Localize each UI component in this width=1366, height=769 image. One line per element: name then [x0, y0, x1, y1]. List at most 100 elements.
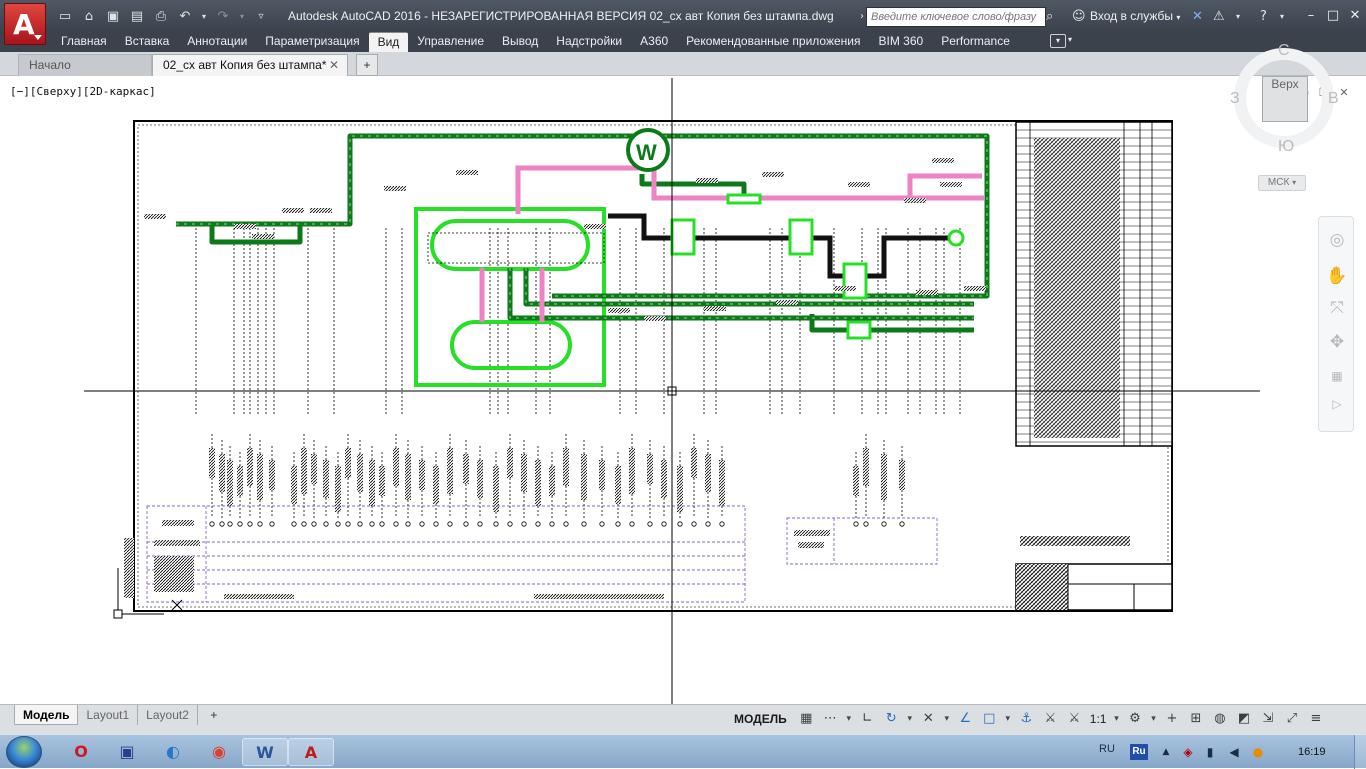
- ribbon-tab[interactable]: Управление: [408, 32, 493, 52]
- compass-south[interactable]: Ю: [1278, 138, 1294, 156]
- viewport-controls-label[interactable]: [−][Сверху][2D-каркас]: [10, 85, 156, 98]
- clean-screen-icon[interactable]: ⇲: [1257, 708, 1278, 730]
- redo-icon[interactable]: ↷: [214, 8, 232, 26]
- steering-wheel-icon[interactable]: ◎: [1326, 229, 1348, 251]
- customize-nav-icon[interactable]: ▷: [1326, 393, 1348, 415]
- ribbon-tab[interactable]: Вставка: [116, 32, 179, 52]
- keyboard-layout-badge[interactable]: Ru: [1130, 744, 1148, 760]
- annotation-visibility-icon[interactable]: ⚓: [1016, 708, 1037, 730]
- opera-icon[interactable]: O: [58, 738, 104, 766]
- application-menu-button[interactable]: A: [4, 3, 46, 45]
- annotation-scale-icon[interactable]: ⚔: [1064, 708, 1085, 730]
- compass-west[interactable]: З: [1230, 90, 1240, 108]
- isolate-objects-icon[interactable]: ◍: [1209, 708, 1230, 730]
- undo-icon[interactable]: ↶: [176, 8, 194, 26]
- annotation-scale[interactable]: 1:1: [1088, 708, 1109, 730]
- close-button[interactable]: ✕: [1344, 6, 1366, 26]
- help-icon[interactable]: ?: [1260, 8, 1267, 26]
- open-file-icon[interactable]: ⌂: [80, 8, 98, 26]
- browser-icon[interactable]: ◐: [150, 738, 196, 766]
- ribbon-minimize-button[interactable]: ▾: [1050, 34, 1066, 48]
- chevron-down-icon[interactable]: ▾: [1236, 8, 1240, 26]
- tab-layout1[interactable]: Layout1: [78, 705, 139, 725]
- hardware-acceleration-icon[interactable]: ◩: [1233, 708, 1254, 730]
- annotation-monitor-icon[interactable]: +: [1161, 708, 1182, 730]
- orbit-icon[interactable]: ✥: [1326, 331, 1348, 353]
- show-motion-icon[interactable]: ▦: [1326, 365, 1348, 387]
- new-tab-button[interactable]: +: [356, 54, 378, 76]
- save-as-icon[interactable]: ▤: [128, 8, 146, 26]
- tray-expand-icon[interactable]: ▲: [1158, 744, 1174, 760]
- viewport-close-button[interactable]: ✕: [1337, 86, 1351, 100]
- chevron-down-icon[interactable]: ▾: [844, 708, 854, 730]
- ribbon-tab[interactable]: A360: [631, 32, 677, 52]
- customization-menu-icon[interactable]: ≡: [1305, 708, 1326, 730]
- drawing-canvas[interactable]: W: [4, 78, 1366, 704]
- ribbon-tab[interactable]: Параметризация: [256, 32, 368, 52]
- compass-north[interactable]: С: [1278, 42, 1290, 60]
- chrome-icon[interactable]: ◉: [196, 738, 242, 766]
- fullscreen-icon[interactable]: ⤢: [1281, 708, 1302, 730]
- chevron-down-icon[interactable]: ▾: [1111, 708, 1121, 730]
- add-layout-button[interactable]: +: [204, 705, 224, 725]
- tab-drawing[interactable]: 02_сх авт Копия без штампа* ✕: [152, 54, 348, 76]
- tab-model[interactable]: Модель: [14, 705, 79, 725]
- compass-east[interactable]: В: [1328, 90, 1339, 108]
- ortho-icon[interactable]: ∟: [857, 708, 878, 730]
- ribbon-tab[interactable]: Надстройки: [547, 32, 631, 52]
- print-icon[interactable]: ⎙: [152, 8, 170, 26]
- antivirus-icon[interactable]: ◈: [1180, 744, 1196, 760]
- language-indicator[interactable]: RU: [1099, 743, 1115, 755]
- binoculars-icon[interactable]: ⌕: [1046, 8, 1053, 26]
- chevron-down-icon[interactable]: ▾: [1003, 708, 1013, 730]
- workspace-gear-icon[interactable]: ⚙: [1124, 708, 1145, 730]
- ribbon-tab[interactable]: Главная: [52, 32, 116, 52]
- word-icon[interactable]: W: [242, 738, 288, 766]
- ribbon-tab[interactable]: Рекомендованные приложения: [677, 32, 869, 52]
- polar-tracking-icon[interactable]: ↻: [881, 708, 902, 730]
- exchange-apps-icon[interactable]: ✕: [1192, 8, 1203, 26]
- chevron-down-icon[interactable]: ▾: [1280, 8, 1284, 26]
- snap-icon[interactable]: ⋯: [820, 708, 841, 730]
- minimize-button[interactable]: –: [1300, 6, 1322, 26]
- maximize-button[interactable]: □: [1322, 6, 1344, 26]
- model-space-button[interactable]: МОДЕЛЬ: [728, 712, 793, 726]
- wcs-menu-button[interactable]: МСК ▾: [1258, 175, 1306, 191]
- chevron-down-icon[interactable]: ▾: [1148, 708, 1158, 730]
- redo-dropdown-icon[interactable]: ▾: [238, 8, 246, 26]
- zoom-extents-icon[interactable]: ⤧: [1326, 297, 1348, 319]
- autocad-taskbar-icon[interactable]: A: [288, 738, 334, 766]
- a360-icon[interactable]: ⚠: [1213, 8, 1225, 26]
- ribbon-tab[interactable]: BIM 360: [870, 32, 933, 52]
- close-tab-icon[interactable]: ✕: [329, 55, 339, 75]
- sign-in-button[interactable]: Вход в службы ▾: [1072, 9, 1180, 23]
- object-snap-icon[interactable]: □: [979, 708, 1000, 730]
- customize-qat-icon[interactable]: ▿: [252, 8, 270, 26]
- save-disk-icon[interactable]: ▣: [104, 738, 150, 766]
- chevron-right-icon[interactable]: ›: [860, 8, 864, 26]
- undo-dropdown-icon[interactable]: ▾: [200, 8, 208, 26]
- volume-icon[interactable]: ◀: [1226, 744, 1242, 760]
- viewcube[interactable]: Верх С Ю З В: [1228, 42, 1339, 160]
- chevron-down-icon[interactable]: ▾: [942, 708, 952, 730]
- units-icon[interactable]: ⊞: [1185, 708, 1206, 730]
- ribbon-tab[interactable]: Аннотации: [178, 32, 256, 52]
- chevron-down-icon[interactable]: ▾: [1068, 35, 1072, 44]
- pan-icon[interactable]: ✋: [1326, 265, 1348, 287]
- update-icon[interactable]: ●: [1250, 744, 1266, 760]
- new-file-icon[interactable]: ▭: [56, 8, 74, 26]
- isodraft-icon[interactable]: ✕: [918, 708, 939, 730]
- viewcube-top-face[interactable]: Верх: [1262, 76, 1308, 122]
- network-icon[interactable]: ▮: [1202, 744, 1218, 760]
- ribbon-tab[interactable]: Вывод: [493, 32, 547, 52]
- auto-scale-icon[interactable]: ⚔: [1040, 708, 1061, 730]
- tab-start[interactable]: Начало: [18, 54, 152, 76]
- save-icon[interactable]: ▣: [104, 8, 122, 26]
- chevron-down-icon[interactable]: ▾: [905, 708, 915, 730]
- search-input[interactable]: [866, 7, 1046, 27]
- ribbon-tab[interactable]: Вид: [368, 32, 409, 52]
- start-button[interactable]: [6, 736, 42, 768]
- drawing-viewport[interactable]: W [−][Сверху][2D-каркас] ❐ ✕: [4, 78, 1366, 704]
- tab-layout2[interactable]: Layout2: [138, 705, 198, 725]
- object-snap-tracking-icon[interactable]: ∠: [955, 708, 976, 730]
